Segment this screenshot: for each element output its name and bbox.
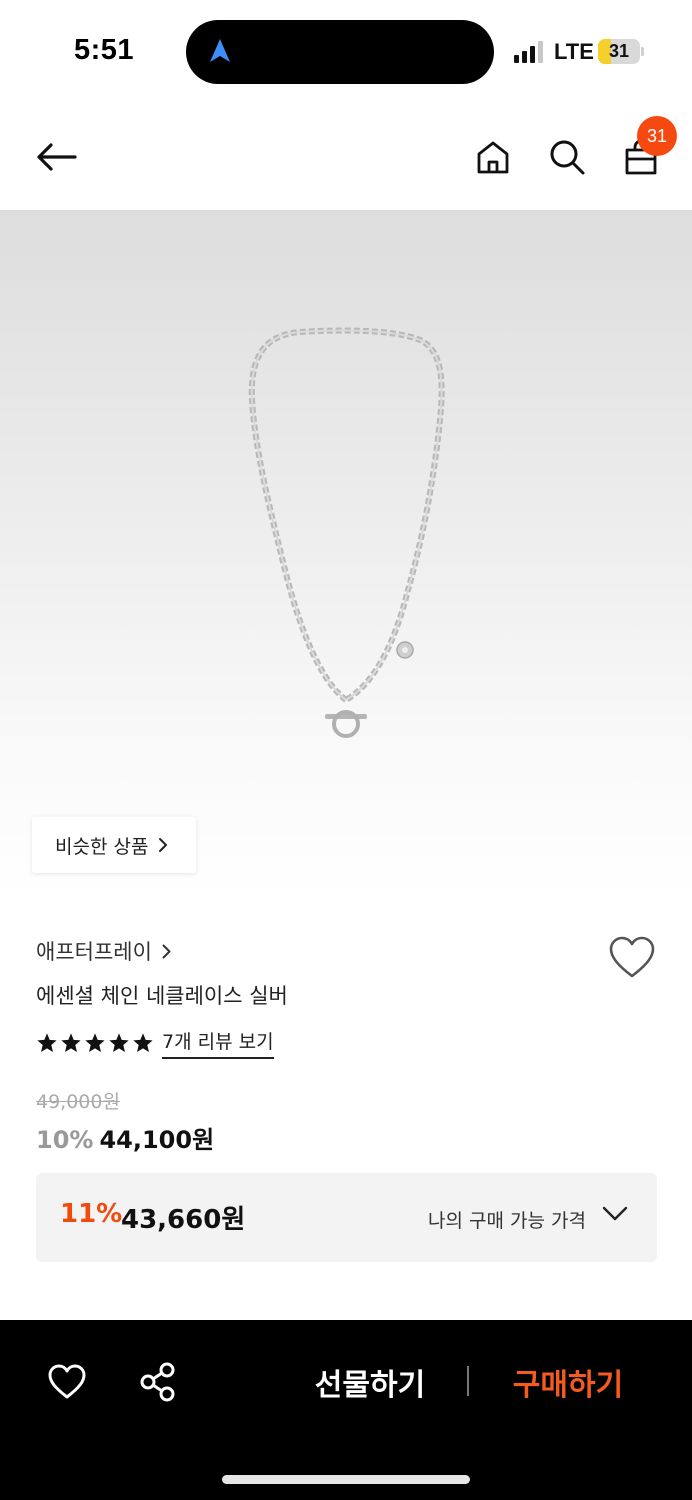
my-price-dropdown[interactable]: 11% 43,660원 나의 구매 가능 가격 <box>36 1173 657 1262</box>
navigation-arrow-icon <box>210 39 230 62</box>
home-button[interactable] <box>470 133 516 181</box>
top-navigation <box>0 105 692 210</box>
back-button[interactable] <box>28 133 84 181</box>
button-divider <box>467 1366 469 1396</box>
my-discount-rate: 11% <box>60 1199 123 1229</box>
star-icon <box>61 1033 81 1052</box>
heart-icon <box>48 1364 86 1399</box>
brand-link[interactable]: 애프터프레이 <box>36 936 171 966</box>
battery-tip <box>641 47 644 56</box>
sale-price: 44,100원 <box>99 1126 215 1154</box>
gift-button[interactable]: 선물하기 <box>290 1360 450 1404</box>
review-link[interactable]: 7개 리뷰 보기 <box>162 1027 274 1059</box>
home-indicator <box>222 1475 470 1484</box>
wishlist-button[interactable] <box>606 934 658 982</box>
my-price-label: 나의 구매 가능 가격 <box>428 1210 586 1232</box>
network-label: LTE <box>554 39 594 64</box>
product-image[interactable] <box>0 210 692 902</box>
product-name: 에센셜 체인 네클레이스 실버 <box>36 984 288 1008</box>
similar-products-button[interactable]: 비슷한 상품 <box>32 817 196 873</box>
share-button[interactable] <box>138 1361 178 1403</box>
star-icon <box>37 1033 57 1052</box>
brand-name: 애프터프레이 <box>36 940 152 964</box>
star-icon <box>133 1033 153 1052</box>
chevron-down-icon <box>602 1206 628 1221</box>
rating-row: 7개 리뷰 보기 <box>36 1027 274 1059</box>
status-bar: 5:51 LTE 31 <box>0 0 692 105</box>
search-icon <box>550 140 585 175</box>
share-icon <box>140 1362 175 1402</box>
cellular-signal-icon <box>514 41 546 63</box>
back-arrow-icon <box>37 143 77 171</box>
bottom-action-bar: 선물하기 구매하기 <box>0 1320 692 1500</box>
original-price: 49,000원 <box>36 1091 120 1113</box>
sale-price-row: 10% 44,100원 <box>36 1120 214 1155</box>
home-icon <box>477 141 509 174</box>
similar-products-label: 비슷한 상품 <box>55 835 149 858</box>
chevron-right-icon <box>162 944 171 958</box>
buy-button[interactable]: 구매하기 <box>488 1360 648 1404</box>
cart-count-badge: 31 <box>637 116 677 156</box>
battery-icon: 31 <box>598 39 640 64</box>
necklace-image <box>248 327 445 738</box>
star-icon <box>85 1033 105 1052</box>
chevron-right-icon <box>159 838 168 852</box>
dynamic-island <box>186 20 494 84</box>
battery-level: 31 <box>608 41 630 61</box>
star-icon <box>109 1033 129 1052</box>
search-button[interactable] <box>544 133 590 181</box>
discount-rate: 10% <box>36 1126 94 1154</box>
status-time: 5:51 <box>74 34 135 66</box>
bottom-wishlist-button[interactable] <box>46 1362 88 1402</box>
my-price: 43,660원 <box>121 1205 246 1235</box>
heart-icon <box>609 936 655 978</box>
rating-stars <box>36 1032 154 1054</box>
